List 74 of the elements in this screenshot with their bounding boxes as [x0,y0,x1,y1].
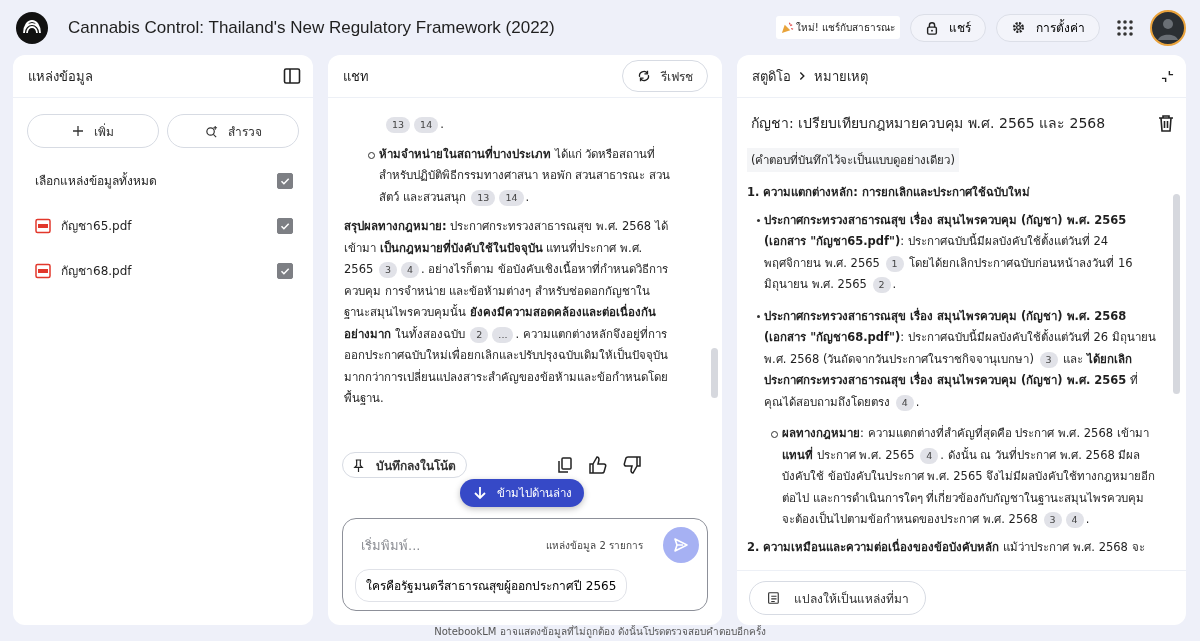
refresh-button[interactable]: รีเฟรช [622,60,708,92]
breadcrumb-current: หมายเหตุ [814,67,868,87]
note-note-heading: 1. ความแตกต่างหลัก: การยกเลิกและประกาศใช้ฉบับใหม่ [747,184,1031,201]
thumbs-down-icon[interactable] [622,455,642,475]
down-arrow-icon [472,486,487,500]
select-all-label: เลือกแหล่งข้อมูลทั้งหมด [35,171,158,190]
explore-button[interactable]: สำรวจ [167,114,299,148]
disclaimer-text: NotebookLM อาจแสดงข้อมูลที่ไม่ถูกต้อง ดังนั้นโปรดตรวจสอบคำตอบอีกครั้ง [433,624,767,640]
document-icon [766,591,780,605]
announcement-badge[interactable]: ใหม่! แชร์กับสาธารณะ [775,16,900,39]
citation-chip[interactable]: 1 [885,255,904,272]
pin-icon [353,458,364,472]
copy-icon[interactable] [556,456,574,474]
citation-chip[interactable]: 4 [920,447,939,464]
citation-chip[interactable]: 3 [1043,512,1062,528]
citation-chip[interactable]: 4 [1065,512,1084,528]
citation-chip[interactable]: 14 [414,117,439,133]
citation-chip[interactable]: 4 [401,262,420,278]
thumbs-up-icon[interactable] [588,455,608,475]
citation-chip[interactable]: 13 [386,117,411,133]
chat-list-item: ห้ามจำหน่ายในสถานที่บางประเภท ได้แก่ วัดหรือสถานที่สำหรับปฏิบัติพิธีกรรมทางศาสนา หอพัก สวนสาธารณะ สวนสัตว์ และสวนสนุก 13 14 . [379,144,671,208]
breadcrumb-link[interactable]: สตูดิโอ [752,65,791,87]
citation-chip[interactable]: 2 [872,277,891,293]
send-icon [673,537,689,553]
read-only-notice: (คำตอบที่บันทึกไว้จะเป็นแบบดูอย่างเดียว) [747,148,959,172]
add-source-button[interactable]: เพิ่ม [27,114,159,148]
pdf-icon [35,217,51,234]
logo-icon[interactable] [16,11,48,44]
source-name[interactable]: กัญชา65.pdf [61,216,267,235]
avatar[interactable] [1150,9,1186,46]
settings-button[interactable]: การตั้งค่า [996,13,1100,42]
checkbox[interactable] [277,172,293,189]
convert-to-source-button[interactable]: แปลงให้เป็นแหล่งที่มา [749,581,926,615]
citation-chip[interactable]: 2 [470,326,489,343]
jump-to-bottom-button[interactable]: ข้ามไปด้านล่าง [460,479,584,507]
pdf-icon [35,262,51,279]
chevron-right-icon [799,71,806,81]
chat-paragraph: สรุปผลทางกฎหมาย: ประกาศกระทรวงสาธารณสุข พ.ศ. 2568 ได้เข้ามา เป็นกฎหมายที่บังคับใช้ในปัจจุบัน แทนที่ประกาศ พ.ศ. 2565 3 4 . อย่างไรก็ตาม ข้อบังคับเชิงเนื้อหาที่กำหนดวิธีการควบคุม การจำหน่าย และข้อห้ามต่างๆ สำหรับช่อดอกกัญชาในฐานะสมุนไพรควบคุมนั้น ยังคงมีความสอดคล้องและต่อเนื่องกันอย่างมาก ในทั้งสองฉบับ 2 ... . ความแตกต่างหลักจึงอยู่ที่การออกประกาศฉบับใหม่เพื่อยกเลิกและปรับปรุงฉบับเดิมให้เป็นปัจจุบันมากกว่าการเปลี่ยนแปลงสาระสำคัญของข้อห้ามและข้อกำหนดโดยพื้นฐาน. [344,218,669,407]
sidebar-toggle-icon[interactable] [283,67,301,85]
note-list-item: ผลทางกฎหมาย: ความแตกต่างที่สำคัญที่สุดคือ ประกาศ พ.ศ. 2568 เข้ามา แทนที่ ประกาศ พ.ศ. 2565 4 . ดังนั้น ณ วันที่ประกาศ พ.ศ. 2568 มีผลบังคับใช้ ข้อบังคับในประกาศ พ.ศ. 2565 จึงไม่มีผลบังคับใช้ทางกฎหมายอีกต่อไป และการดำเนินการใดๆ ที่เกี่ยวข้องกับกัญชาในฐานะสมุนไพรควบคุมจะต้องเป็นไปตามข้อกำหนดของประกาศ พ.ศ. 2568 3 4 . [782,424,1156,530]
refresh-icon [637,69,651,83]
notebook-title[interactable]: Cannabis Control: Thailand's New Regulatory Framework (2022) [68,17,555,38]
panel-title: แหล่งข้อมูล [28,67,93,87]
citation-chip[interactable]: ... [492,326,514,343]
share-button[interactable]: แชร์ [910,13,986,42]
citation-chip[interactable]: 13 [471,189,496,206]
trash-icon[interactable] [1158,114,1174,132]
citation-chip[interactable]: 3 [1039,351,1058,368]
settings-icon [1011,20,1026,35]
lock-icon [925,20,939,35]
bullet-icon [757,218,760,222]
panel-title: แชท [343,67,369,86]
chat-list-item: 13 14 . [384,114,674,136]
citation-chip[interactable]: 14 [499,189,524,206]
source-name[interactable]: กัญชา68.pdf [61,261,267,280]
citation-chip[interactable]: 4 [895,394,914,411]
plus-icon [72,125,84,137]
save-note-button[interactable]: บันทึกลงในโน้ต [342,452,467,478]
note-list-item: ประกาศกระทรวงสาธารณสุข เรื่อง สมุนไพรควบคุม (กัญชา) พ.ศ. 2565 (เอกสาร "กัญชา65.pdf"): ประกาศฉบับนี้มีผลบังคับใช้ตั้งแต่วันที่ 24 พฤศจิกายน พ.ศ. 2565 1 โดยได้ยกเลิกประกาศฉบับก่อนหน้าลงวันที่ 16 มิถุนายน พ.ศ. 2565 2 . [764,210,1134,295]
scrollbar[interactable] [1173,194,1180,394]
citation-chip[interactable]: 3 [378,262,397,278]
note-list-item: ประกาศกระทรวงสาธารณสุข เรื่อง สมุนไพรควบคุม (กัญชา) พ.ศ. 2568 (เอกสาร "กัญชา68.pdf"): ประกาศฉบับนี้มีผลบังคับใช้ตั้งแต่วันที่ 26 มิถุนายน พ.ศ. 2568 (วันถัดจากวันประกาศในราชกิจจานุเบกษา) 3 และ ได้ยกเลิกประกาศกระทรวงสาธารณสุข เรื่อง สมุนไพรควบคุม (กัญชา) พ.ศ. 2565 ที่คุณได้สอบถามถึงโดยตรง 4 . [764,306,1156,413]
checkbox[interactable] [277,217,293,234]
note-paragraph: 2. ความเหมือนและความต่อเนื่องของข้อบังคับหลัก แม้ว่าประกาศ พ.ศ. 2568 จะ [747,537,1146,556]
suggestion-chip[interactable]: ใครคือรัฐมนตรีสาธารณสุขผู้ออกประกาศปี 2565 [355,569,628,602]
checkbox[interactable] [277,262,293,279]
party-icon [780,21,794,34]
source-count: แหล่งข้อมูล 2 รายการ [546,538,643,553]
bullet-icon [757,314,760,318]
note-title: กัญชา: เปรียบเทียบกฎหมายควบคุม พ.ศ. 2565 และ 2568 [751,114,1106,134]
collapse-icon[interactable] [1161,69,1174,83]
search-icon [204,124,218,138]
scrollbar[interactable] [711,348,718,398]
apps-icon[interactable] [1116,18,1134,37]
